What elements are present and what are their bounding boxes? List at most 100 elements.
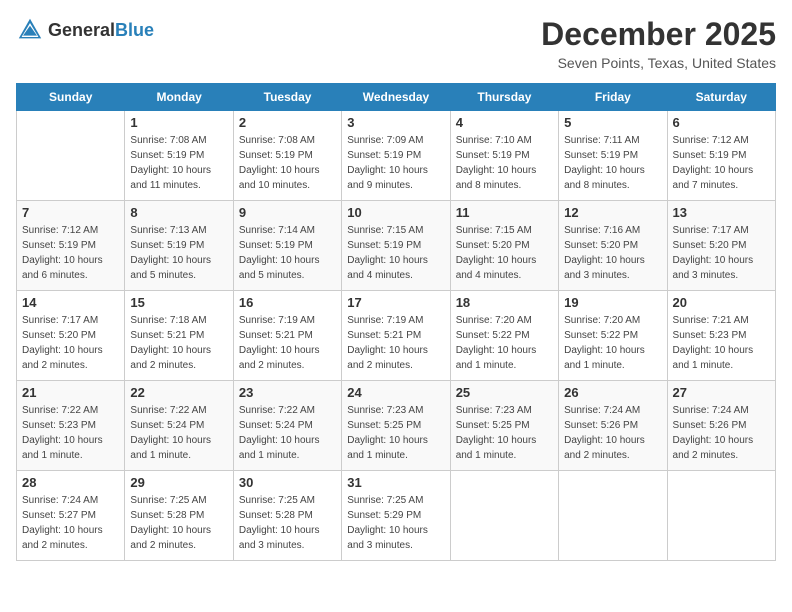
day-number: 11	[456, 205, 553, 220]
day-sun-info: Sunrise: 7:16 AMSunset: 5:20 PMDaylight:…	[564, 223, 661, 283]
logo: GeneralBlue	[16, 16, 154, 44]
week-row-4: 28 Sunrise: 7:24 AMSunset: 5:27 PMDayligh…	[17, 471, 776, 561]
day-sun-info: Sunrise: 7:14 AMSunset: 5:19 PMDaylight:…	[239, 223, 336, 283]
day-sun-info: Sunrise: 7:22 AMSunset: 5:24 PMDaylight:…	[130, 403, 227, 463]
calendar-cell: 29 Sunrise: 7:25 AMSunset: 5:28 PMDayligh…	[125, 471, 233, 561]
day-number: 20	[673, 295, 770, 310]
calendar-cell: 28 Sunrise: 7:24 AMSunset: 5:27 PMDayligh…	[17, 471, 125, 561]
day-sun-info: Sunrise: 7:20 AMSunset: 5:22 PMDaylight:…	[456, 313, 553, 373]
day-number: 27	[673, 385, 770, 400]
day-number: 25	[456, 385, 553, 400]
day-number: 10	[347, 205, 444, 220]
weekday-header-saturday: Saturday	[667, 84, 775, 111]
day-sun-info: Sunrise: 7:25 AMSunset: 5:28 PMDaylight:…	[130, 493, 227, 553]
day-sun-info: Sunrise: 7:08 AMSunset: 5:19 PMDaylight:…	[130, 133, 227, 193]
week-row-1: 7Sunrise: 7:12 AMSunset: 5:19 PMDaylight…	[17, 201, 776, 291]
calendar-cell	[559, 471, 667, 561]
day-number: 9	[239, 205, 336, 220]
logo-text-blue: Blue	[115, 20, 154, 40]
calendar-cell: 17 Sunrise: 7:19 AMSunset: 5:21 PMDayligh…	[342, 291, 450, 381]
day-number: 13	[673, 205, 770, 220]
title-block: December 2025 Seven Points, Texas, Unite…	[541, 16, 776, 71]
day-sun-info: Sunrise: 7:24 AMSunset: 5:27 PMDaylight:…	[22, 493, 119, 553]
day-number: 28	[22, 475, 119, 490]
day-sun-info: Sunrise: 7:17 AMSunset: 5:20 PMDaylight:…	[673, 223, 770, 283]
calendar-cell: 2 Sunrise: 7:08 AMSunset: 5:19 PMDaylight…	[233, 111, 341, 201]
calendar-cell: 12 Sunrise: 7:16 AMSunset: 5:20 PMDayligh…	[559, 201, 667, 291]
day-number: 17	[347, 295, 444, 310]
calendar-cell: 31Sunrise: 7:25 AMSunset: 5:29 PMDayligh…	[342, 471, 450, 561]
calendar-cell: 30 Sunrise: 7:25 AMSunset: 5:28 PMDayligh…	[233, 471, 341, 561]
calendar-body: 1 Sunrise: 7:08 AMSunset: 5:19 PMDaylight…	[17, 111, 776, 561]
calendar-cell: 9 Sunrise: 7:14 AMSunset: 5:19 PMDaylight…	[233, 201, 341, 291]
calendar-cell: 10 Sunrise: 7:15 AMSunset: 5:19 PMDayligh…	[342, 201, 450, 291]
calendar-cell: 4 Sunrise: 7:10 AMSunset: 5:19 PMDaylight…	[450, 111, 558, 201]
week-row-2: 14 Sunrise: 7:17 AMSunset: 5:20 PMDayligh…	[17, 291, 776, 381]
day-sun-info: Sunrise: 7:19 AMSunset: 5:21 PMDaylight:…	[347, 313, 444, 373]
day-number: 14	[22, 295, 119, 310]
day-number: 21	[22, 385, 119, 400]
day-number: 12	[564, 205, 661, 220]
day-sun-info: Sunrise: 7:10 AMSunset: 5:19 PMDaylight:…	[456, 133, 553, 193]
day-number: 23	[239, 385, 336, 400]
day-sun-info: Sunrise: 7:23 AMSunset: 5:25 PMDaylight:…	[456, 403, 553, 463]
calendar-cell	[450, 471, 558, 561]
calendar-cell	[667, 471, 775, 561]
day-sun-info: Sunrise: 7:23 AMSunset: 5:25 PMDaylight:…	[347, 403, 444, 463]
calendar-cell: 7Sunrise: 7:12 AMSunset: 5:19 PMDaylight…	[17, 201, 125, 291]
day-sun-info: Sunrise: 7:08 AMSunset: 5:19 PMDaylight:…	[239, 133, 336, 193]
day-sun-info: Sunrise: 7:25 AMSunset: 5:28 PMDaylight:…	[239, 493, 336, 553]
weekday-header-sunday: Sunday	[17, 84, 125, 111]
day-number: 6	[673, 115, 770, 130]
day-number: 30	[239, 475, 336, 490]
day-sun-info: Sunrise: 7:19 AMSunset: 5:21 PMDaylight:…	[239, 313, 336, 373]
day-number: 15	[130, 295, 227, 310]
calendar-cell: 15Sunrise: 7:18 AMSunset: 5:21 PMDayligh…	[125, 291, 233, 381]
month-title: December 2025	[541, 16, 776, 53]
day-number: 19	[564, 295, 661, 310]
day-number: 16	[239, 295, 336, 310]
calendar-cell: 6 Sunrise: 7:12 AMSunset: 5:19 PMDaylight…	[667, 111, 775, 201]
weekday-header-wednesday: Wednesday	[342, 84, 450, 111]
week-row-3: 21 Sunrise: 7:22 AMSunset: 5:23 PMDayligh…	[17, 381, 776, 471]
calendar-cell: 1 Sunrise: 7:08 AMSunset: 5:19 PMDaylight…	[125, 111, 233, 201]
logo-icon	[16, 16, 44, 44]
weekday-header-row: SundayMondayTuesdayWednesdayThursdayFrid…	[17, 84, 776, 111]
logo-text-general: General	[48, 20, 115, 40]
weekday-header-thursday: Thursday	[450, 84, 558, 111]
day-number: 18	[456, 295, 553, 310]
day-number: 26	[564, 385, 661, 400]
day-sun-info: Sunrise: 7:21 AMSunset: 5:23 PMDaylight:…	[673, 313, 770, 373]
weekday-header-friday: Friday	[559, 84, 667, 111]
day-sun-info: Sunrise: 7:11 AMSunset: 5:19 PMDaylight:…	[564, 133, 661, 193]
day-number: 22	[130, 385, 227, 400]
calendar-cell: 5 Sunrise: 7:11 AMSunset: 5:19 PMDaylight…	[559, 111, 667, 201]
day-number: 24	[347, 385, 444, 400]
day-sun-info: Sunrise: 7:22 AMSunset: 5:23 PMDaylight:…	[22, 403, 119, 463]
day-sun-info: Sunrise: 7:12 AMSunset: 5:19 PMDaylight:…	[673, 133, 770, 193]
calendar-cell: 26Sunrise: 7:24 AMSunset: 5:26 PMDayligh…	[559, 381, 667, 471]
day-sun-info: Sunrise: 7:17 AMSunset: 5:20 PMDaylight:…	[22, 313, 119, 373]
calendar-cell: 18 Sunrise: 7:20 AMSunset: 5:22 PMDayligh…	[450, 291, 558, 381]
calendar-cell: 11Sunrise: 7:15 AMSunset: 5:20 PMDayligh…	[450, 201, 558, 291]
calendar-cell: 24 Sunrise: 7:23 AMSunset: 5:25 PMDayligh…	[342, 381, 450, 471]
day-number: 29	[130, 475, 227, 490]
calendar-cell: 20 Sunrise: 7:21 AMSunset: 5:23 PMDayligh…	[667, 291, 775, 381]
calendar-cell	[17, 111, 125, 201]
calendar-header: SundayMondayTuesdayWednesdayThursdayFrid…	[17, 84, 776, 111]
weekday-header-tuesday: Tuesday	[233, 84, 341, 111]
day-number: 2	[239, 115, 336, 130]
day-number: 5	[564, 115, 661, 130]
day-sun-info: Sunrise: 7:24 AMSunset: 5:26 PMDaylight:…	[673, 403, 770, 463]
day-number: 3	[347, 115, 444, 130]
calendar-cell: 21 Sunrise: 7:22 AMSunset: 5:23 PMDayligh…	[17, 381, 125, 471]
day-number: 4	[456, 115, 553, 130]
weekday-header-monday: Monday	[125, 84, 233, 111]
calendar-table: SundayMondayTuesdayWednesdayThursdayFrid…	[16, 83, 776, 561]
day-sun-info: Sunrise: 7:20 AMSunset: 5:22 PMDaylight:…	[564, 313, 661, 373]
day-number: 8	[130, 205, 227, 220]
week-row-0: 1 Sunrise: 7:08 AMSunset: 5:19 PMDaylight…	[17, 111, 776, 201]
day-number: 1	[130, 115, 227, 130]
day-sun-info: Sunrise: 7:15 AMSunset: 5:19 PMDaylight:…	[347, 223, 444, 283]
day-sun-info: Sunrise: 7:22 AMSunset: 5:24 PMDaylight:…	[239, 403, 336, 463]
